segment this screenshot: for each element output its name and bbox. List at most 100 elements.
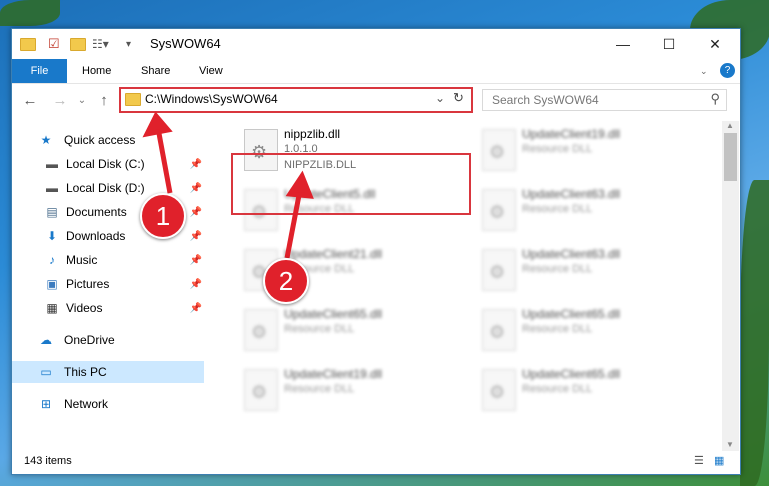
sidebar-item-pictures[interactable]: ▣ Pictures 📌 [12,273,204,295]
videos-icon: ▦ [46,301,58,315]
large-icons-view-icon[interactable]: ▦ [714,454,724,467]
sidebar-item-network[interactable]: ⊞ Network [12,393,204,415]
cloud-icon: ☁ [40,333,52,347]
expand-ribbon-icon[interactable]: ⌄ [700,59,708,83]
tab-view[interactable]: View [199,59,223,83]
step-1-badge: 1 [140,193,186,239]
pin-icon: 📌 [189,230,202,242]
details-view-icon[interactable]: ☰ [694,454,704,467]
forward-arrow-icon[interactable]: → [50,90,70,110]
search-input[interactable]: Search SysWOW64 ⚲ [482,89,727,111]
drive-icon: ▬ [46,157,58,171]
window-title: SysWOW64 [150,36,221,51]
title-bar: ☑ ☷▾ ▾ SysWOW64 — ☐ ✕ [12,29,740,59]
file-description: Resource DLL [522,203,593,215]
dll-file-icon [482,129,516,171]
tab-home[interactable]: Home [82,59,111,83]
customize-quick-access-icon[interactable]: ☷▾ [92,36,109,52]
sidebar-item-onedrive[interactable]: ☁ OneDrive [12,329,204,351]
palm-leaf-decoration [0,0,60,26]
address-path: C:\Windows\SysWOW64 [145,92,278,106]
pin-icon: 📌 [189,254,202,266]
help-icon[interactable]: ? [720,63,735,78]
dll-file-icon [244,309,278,351]
back-arrow-icon[interactable]: ← [20,90,40,110]
file-item[interactable]: UpdateClient65.dll Resource DLL [472,363,702,421]
file-description: Resource DLL [522,263,593,275]
file-name: UpdateClient21.dll [284,247,383,261]
folder-icon [125,93,141,106]
tab-file[interactable]: File [12,59,67,83]
file-description: Resource DLL [522,383,593,395]
address-dropdown-icon[interactable]: ⌄ [435,91,445,105]
file-item[interactable]: UpdateClient65.dll Resource DLL [234,303,464,361]
dropdown-icon[interactable]: ▾ [126,36,131,52]
file-description: Resource DLL [284,323,355,335]
step-2-badge: 2 [263,258,309,304]
navigation-pane: ★ Quick access ▬ Local Disk (C:) 📌 ▬ Local D… [12,121,204,451]
scroll-up-icon[interactable]: ▲ [726,121,734,130]
recent-locations-icon[interactable]: ⌄ [72,90,92,110]
pin-icon: 📌 [189,182,202,194]
item-count: 143 items [24,455,72,467]
pin-icon: 📌 [189,278,202,290]
dll-file-icon [482,249,516,291]
properties-icon[interactable]: ☑ [48,36,60,52]
dll-file-icon [482,369,516,411]
search-icon: ⚲ [710,91,720,106]
documents-icon: ▤ [46,205,58,219]
new-folder-icon[interactable] [70,36,86,52]
minimize-button[interactable]: — [600,29,646,59]
close-button[interactable]: ✕ [692,29,738,59]
file-name: nippzlib.dll [284,127,341,141]
palm-leaf-decoration [740,180,769,486]
drive-icon: ▬ [46,181,58,195]
up-arrow-icon[interactable]: ↑ [94,90,114,110]
scrollbar-thumb[interactable] [724,133,737,181]
sidebar-item-videos[interactable]: ▦ Videos 📌 [12,297,204,319]
pin-icon: 📌 [189,206,202,218]
tab-share[interactable]: Share [141,59,170,83]
pin-icon: 📌 [189,158,202,170]
file-name: UpdateClient63.dll [522,187,621,201]
music-icon: ♪ [49,253,55,267]
pictures-icon: ▣ [46,277,58,291]
sidebar-item-this-pc[interactable]: ▭ This PC [12,361,204,383]
file-description: Resource DLL [284,383,355,395]
refresh-icon[interactable]: ↻ [453,90,464,106]
computer-icon: ▭ [40,365,52,379]
sidebar-item-music[interactable]: ♪ Music 📌 [12,249,204,271]
file-name: UpdateClient65.dll [284,307,383,321]
sidebar-item-local-disk-c[interactable]: ▬ Local Disk (C:) 📌 [12,153,204,175]
file-name: UpdateClient65.dll [522,307,621,321]
sidebar-item-quick-access[interactable]: ★ Quick access [12,129,204,151]
scroll-down-icon[interactable]: ▼ [726,440,734,449]
dll-file-icon [244,369,278,411]
dll-file-icon [482,189,516,231]
file-item[interactable]: UpdateClient19.dll Resource DLL [472,123,702,181]
file-name: UpdateClient19.dll [522,127,621,141]
vertical-scrollbar[interactable]: ▲ ▼ [722,121,739,451]
file-highlight-box [231,153,471,215]
file-item[interactable]: UpdateClient19.dll Resource DLL [234,363,464,421]
star-icon: ★ [40,133,52,147]
pin-icon: 📌 [189,302,202,314]
address-bar[interactable]: C:\Windows\SysWOW64 ⌄ ↻ [119,87,473,113]
status-bar: 143 items ☰ ▦ [12,453,740,473]
maximize-button[interactable]: ☐ [646,29,692,59]
file-name: UpdateClient19.dll [284,367,383,381]
file-item[interactable]: UpdateClient65.dll Resource DLL [472,303,702,361]
file-name: UpdateClient65.dll [522,367,621,381]
navigation-bar: ← → ⌄ ↑ C:\Windows\SysWOW64 ⌄ ↻ Search S… [12,84,740,116]
folder-icon [20,36,36,52]
dll-file-icon [482,309,516,351]
file-item[interactable]: UpdateClient63.dll Resource DLL [472,183,702,241]
file-item[interactable]: UpdateClient63.dll Resource DLL [472,243,702,301]
file-description: Resource DLL [522,323,593,335]
download-icon: ⬇ [46,229,58,243]
file-name: UpdateClient63.dll [522,247,621,261]
ribbon-tabs: File Home Share View ⌄ ? [12,59,740,84]
network-icon: ⊞ [40,397,52,411]
explorer-window: ☑ ☷▾ ▾ SysWOW64 — ☐ ✕ File Home Share Vi… [11,28,741,475]
search-placeholder: Search SysWOW64 [492,93,599,107]
